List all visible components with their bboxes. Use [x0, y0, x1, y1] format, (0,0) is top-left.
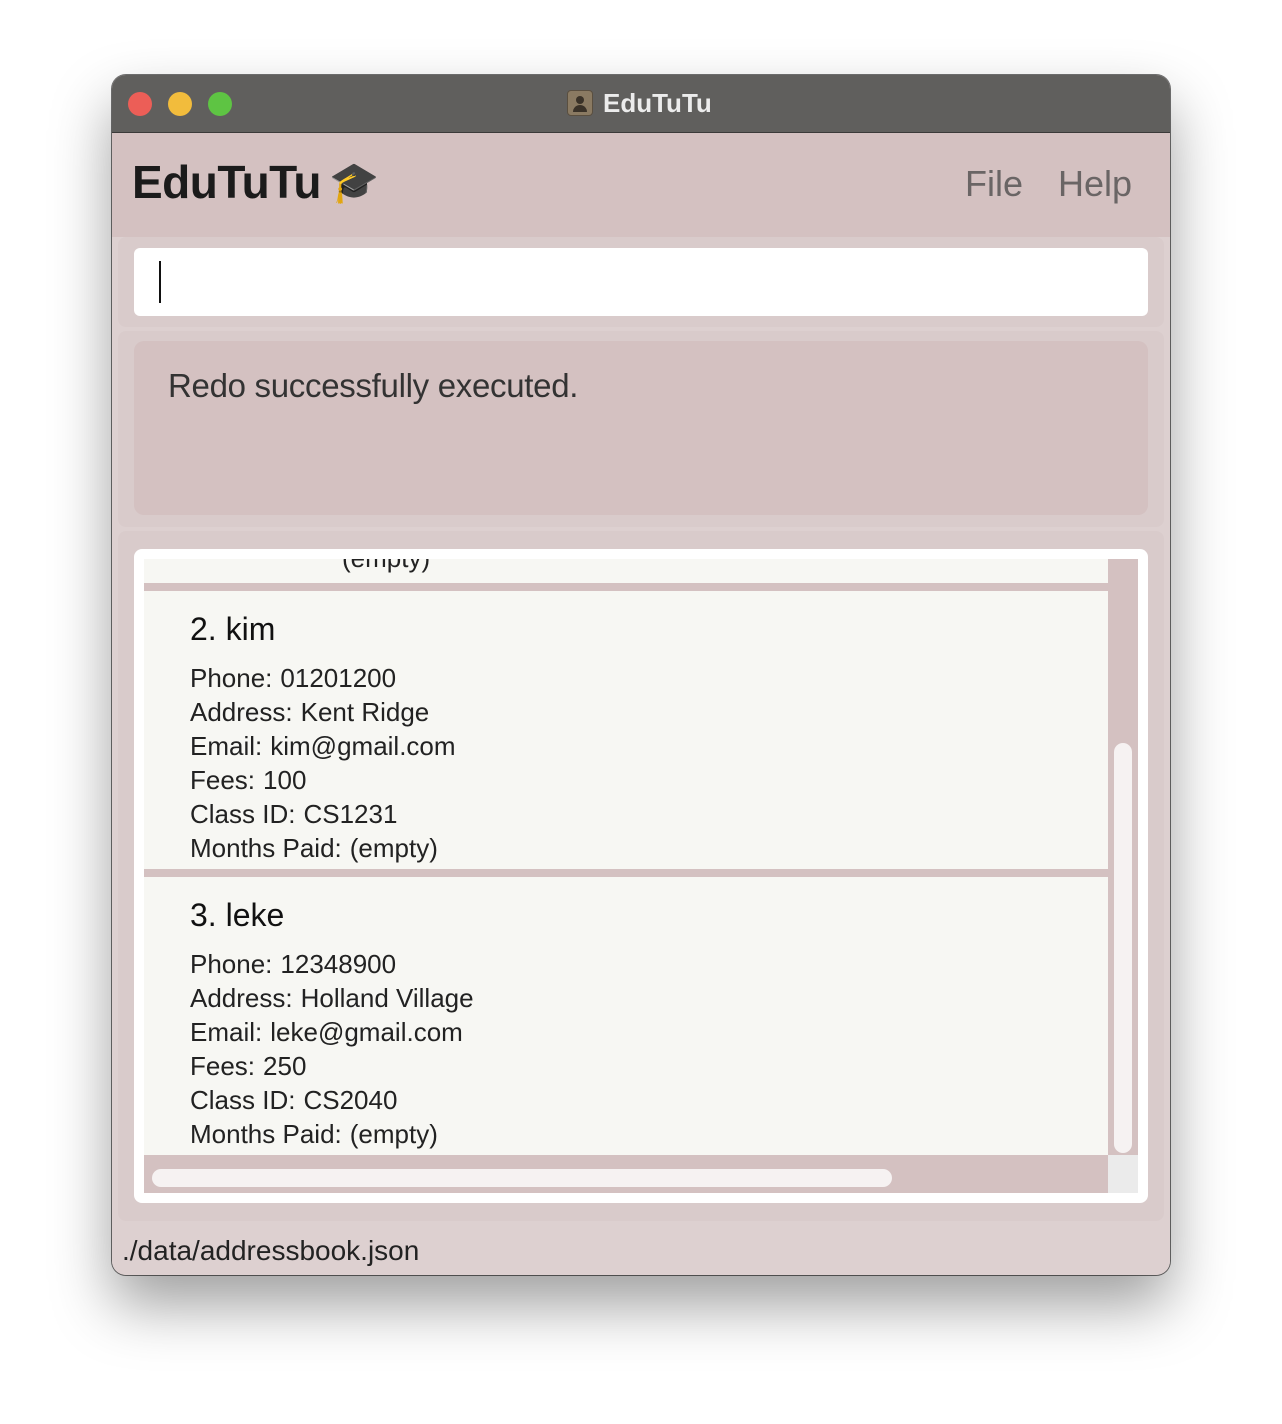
scroll-corner [1108, 1155, 1138, 1193]
horizontal-scrollbar[interactable] [144, 1155, 1108, 1193]
person-phone: Phone: 01201200 [190, 663, 397, 693]
window-title-group: EduTuTu [567, 88, 712, 118]
app-brand: EduTuTu 🎓 [132, 155, 379, 209]
person-class-id: Class ID: CS2040 [190, 1085, 398, 1115]
person-months-paid: Months Paid: (empty) [190, 1119, 438, 1149]
person-fees: Fees: 100 [190, 765, 307, 795]
person-fees: Fees: 250 [190, 1051, 307, 1081]
person-list-frame: (empty) 2. kim Phone:01201200 Address:Ke… [134, 549, 1148, 1203]
menu-bar: EduTuTu 🎓 File Help [112, 133, 1170, 237]
person-list[interactable]: (empty) 2. kim Phone:01201200 Address:Ke… [144, 559, 1108, 1155]
title-bar: EduTuTu [112, 75, 1170, 133]
person-name: 2. kim [190, 611, 276, 647]
menu-file[interactable]: File [965, 163, 1023, 205]
close-window-button[interactable] [128, 92, 152, 116]
text-caret [159, 261, 161, 303]
person-list-pane: (empty) 2. kim Phone:01201200 Address:Ke… [118, 531, 1164, 1221]
person-card-partial[interactable]: (empty) [144, 559, 1108, 583]
person-card[interactable]: 2. kim Phone: 01201200 Address: Kent Ridge… [144, 591, 1108, 869]
person-address: Address: Kent Ridge [190, 697, 430, 727]
status-bar: ./data/addressbook.json [112, 1225, 1170, 1275]
command-box-pane [118, 237, 1164, 327]
command-input[interactable] [134, 248, 1148, 316]
menu-help[interactable]: Help [1058, 163, 1132, 205]
partial-card-text: (empty) [342, 559, 430, 574]
person-email: Email: kim@gmail.com [190, 731, 456, 761]
person-email: Email: leke@gmail.com [190, 1017, 463, 1047]
person-address: Address: Holland Village [190, 983, 474, 1013]
person-phone: Phone: 12348900 [190, 949, 397, 979]
app-window: EduTuTu EduTuTu 🎓 File Help Redo success… [112, 75, 1170, 1275]
maximize-window-button[interactable] [208, 92, 232, 116]
vertical-scroll-thumb[interactable] [1114, 743, 1132, 1153]
window-title: EduTuTu [603, 87, 712, 118]
horizontal-scroll-thumb[interactable] [152, 1169, 892, 1187]
graduation-cap-icon: 🎓 [328, 160, 379, 205]
brand-name: EduTuTu [132, 156, 321, 208]
person-name: 3. leke [190, 897, 285, 933]
person-card[interactable]: 3. leke Phone: 12348900 Address: Holland V… [144, 877, 1108, 1155]
save-file-path: ./data/addressbook.json [122, 1235, 420, 1266]
person-months-paid: Months Paid: (empty) [190, 833, 438, 863]
result-message: Redo successfully executed. [168, 367, 579, 404]
minimize-window-button[interactable] [168, 92, 192, 116]
contacts-app-icon [567, 90, 593, 116]
result-display-pane: Redo successfully executed. [118, 331, 1164, 527]
vertical-scrollbar[interactable] [1108, 559, 1138, 1155]
person-class-id: Class ID: CS1231 [190, 799, 398, 829]
result-display: Redo successfully executed. [134, 341, 1148, 515]
